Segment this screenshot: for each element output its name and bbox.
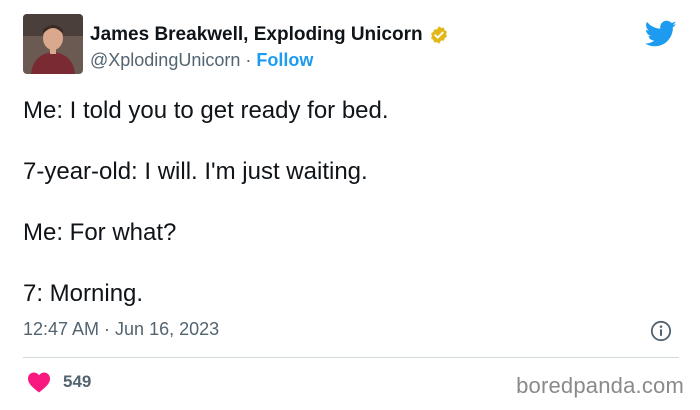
tweet-card: James Breakwell, Exploding Unicorn @Xplo… xyxy=(0,0,700,410)
tweet-line: Me: For what? xyxy=(23,219,177,246)
watermark: boredpanda.com xyxy=(516,373,684,398)
follow-button[interactable]: Follow xyxy=(256,50,313,71)
divider xyxy=(23,357,679,358)
display-name[interactable]: James Breakwell, Exploding Unicorn xyxy=(90,24,423,46)
tweet-line: 7: Morning. xyxy=(23,280,144,307)
info-icon[interactable] xyxy=(650,320,672,342)
like-count: 549 xyxy=(63,372,92,391)
handle-row: @XplodingUnicorn · Follow xyxy=(90,50,449,71)
avatar[interactable] xyxy=(23,14,83,74)
timestamp[interactable]: 12:47 AM · Jun 16, 2023 xyxy=(23,319,219,340)
tweet-line: Me: I told you to get ready for bed. xyxy=(23,97,389,124)
tweet-header: James Breakwell, Exploding Unicorn @Xplo… xyxy=(90,22,449,71)
separator: · xyxy=(245,50,252,70)
tweet-line: 7-year-old: I will. I'm just waiting. xyxy=(23,158,368,185)
heart-icon xyxy=(28,372,50,393)
handle[interactable]: @XplodingUnicorn xyxy=(90,50,240,71)
name-row: James Breakwell, Exploding Unicorn xyxy=(90,22,449,48)
avatar-photo xyxy=(23,14,83,74)
like-button[interactable]: 549 xyxy=(27,371,91,393)
verified-badge-icon xyxy=(429,25,449,45)
twitter-bird-icon[interactable] xyxy=(644,20,677,48)
tweet-text: Me: I told you to get ready for bed. 7-y… xyxy=(23,96,683,340)
